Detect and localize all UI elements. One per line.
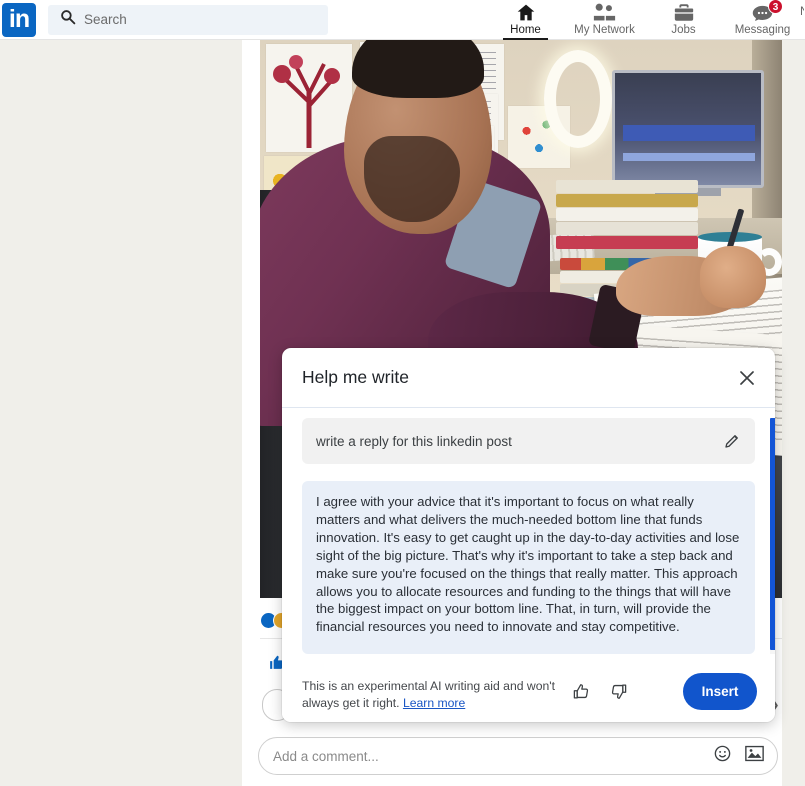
help-me-write-dialog: Help me write write a reply for this lin… <box>282 348 775 722</box>
nav-label-my-network: My Network <box>574 24 635 36</box>
generated-result-panel[interactable]: I agree with your advice that it's impor… <box>302 481 755 654</box>
dialog-title: Help me write <box>302 367 409 387</box>
messaging-badge: 3 <box>768 0 783 14</box>
thumbs-down-icon[interactable] <box>609 682 628 706</box>
search-icon <box>60 9 76 30</box>
right-gutter <box>782 40 805 786</box>
emoji-icon[interactable] <box>713 744 732 768</box>
nav-item-partial-edge[interactable]: N <box>800 4 804 34</box>
photo-book-stack-1 <box>556 180 698 254</box>
generated-text: I agree with your advice that it's impor… <box>316 494 740 635</box>
learn-more-link[interactable]: Learn more <box>403 696 465 710</box>
linkedin-logo[interactable]: in <box>2 2 36 37</box>
nav-label-home: Home <box>510 24 541 36</box>
nav-item-messaging[interactable]: 3 Messaging <box>723 0 802 40</box>
comment-placeholder: Add a comment... <box>273 748 379 764</box>
prompt-field[interactable]: write a reply for this linkedin post <box>302 418 755 464</box>
photo-laptop-screen <box>612 70 764 188</box>
message-bubble-icon: 3 <box>751 0 783 23</box>
result-scrollbar-thumb[interactable] <box>770 418 775 650</box>
thumbs-up-icon[interactable] <box>572 682 591 706</box>
search-placeholder: Search <box>84 12 127 27</box>
pencil-icon[interactable] <box>723 432 741 450</box>
photo-wall-art-1 <box>266 44 352 152</box>
dialog-footer: This is an experimental AI writing aid a… <box>282 654 775 722</box>
nav-item-my-network[interactable]: My Network <box>565 0 644 40</box>
add-comment-input[interactable]: Add a comment... <box>258 737 778 775</box>
nav-item-home[interactable]: Home <box>486 0 565 40</box>
briefcase-icon <box>673 2 695 23</box>
nav-label-jobs: Jobs <box>671 24 696 36</box>
photo-person-hand <box>700 246 766 308</box>
linkedin-top-nav: in Search Home My Network Jobs 3 Messagi… <box>0 0 805 40</box>
search-input[interactable]: Search <box>48 4 328 35</box>
nav-items: Home My Network Jobs 3 Messaging <box>486 0 802 40</box>
insert-button[interactable]: Insert <box>683 673 757 710</box>
photo-person-beard <box>364 136 460 222</box>
photo-ring-light <box>544 50 612 148</box>
photo-person-hair <box>352 40 484 98</box>
nav-label-messaging: Messaging <box>734 24 791 36</box>
home-icon <box>515 2 537 23</box>
feedback-controls <box>572 682 628 706</box>
prompt-value: write a reply for this linkedin post <box>316 433 512 449</box>
people-icon <box>593 2 616 23</box>
dialog-header: Help me write <box>282 348 775 408</box>
child-drawing-tree-icon <box>273 55 340 148</box>
close-icon[interactable] <box>733 364 761 392</box>
nav-item-jobs[interactable]: Jobs <box>644 0 723 40</box>
ai-disclaimer: This is an experimental AI writing aid a… <box>302 678 562 712</box>
image-icon[interactable] <box>744 744 765 768</box>
